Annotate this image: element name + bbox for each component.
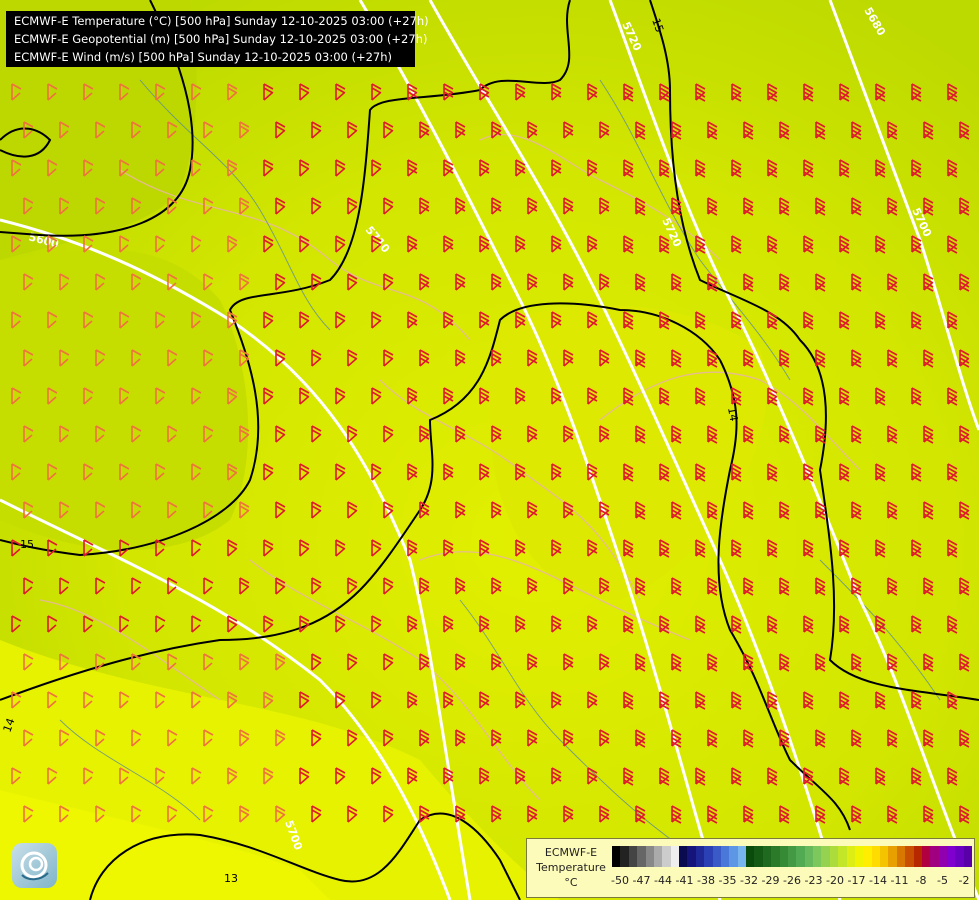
legend-swatch <box>821 846 830 867</box>
legend-swatch <box>930 846 939 867</box>
legend-swatch <box>863 846 872 867</box>
legend-swatch <box>620 846 629 867</box>
legend-unit: °C <box>564 876 578 889</box>
legend-swatch <box>687 846 696 867</box>
legend-swatch <box>771 846 780 867</box>
legend-swatch <box>947 846 956 867</box>
legend-ticks: -50 -47 -44 -41 -38 -35 -32 -29 -26 -23 -20 -17 -14-… <box>611 874 972 888</box>
legend-title-line1: ECMWF-E <box>544 846 598 859</box>
legend-color-bar <box>612 846 973 867</box>
legend-swatch <box>746 846 755 867</box>
legend-swatch <box>838 846 847 867</box>
legend-swatch <box>695 846 705 867</box>
meteo-logo-icon <box>12 843 57 888</box>
legend-tick: -17 <box>847 874 866 887</box>
legend-swatch <box>670 846 679 867</box>
temperature-legend: ECMWF-E Temperature °C -50 -47 -44 -41 -38 -3… <box>526 838 975 898</box>
legend-swatch <box>712 846 721 867</box>
legend-tick: -5 <box>937 874 948 887</box>
legend-swatch <box>720 846 730 867</box>
legend-swatch <box>829 846 839 867</box>
legend-tick: -44 <box>654 874 672 887</box>
legend-swatch <box>653 846 663 867</box>
legend-swatch <box>913 846 922 867</box>
legend-swatch <box>905 846 914 867</box>
weather-map[interactable]: 5720 5680 5600 5710 5700 5720 5700 15 15… <box>0 0 979 900</box>
legend-tick: -29 <box>761 874 780 887</box>
legend-swatch <box>754 846 763 867</box>
legend-swatch <box>762 846 772 867</box>
legend-swatch <box>662 846 671 867</box>
legend-tick: -23 <box>804 874 823 887</box>
legend-swatch <box>846 846 855 867</box>
legend-swatch <box>704 846 713 867</box>
legend-tick: -35 <box>718 874 737 887</box>
legend-tick: -14 <box>869 874 887 887</box>
temp-label: 15 <box>20 538 34 551</box>
temp-label: 13 <box>224 872 238 885</box>
legend-tick: -50 <box>611 874 629 887</box>
temp-label: 14 <box>725 406 740 422</box>
legend-swatch <box>955 846 964 867</box>
legend-swatch <box>896 846 906 867</box>
legend-tick: -26 <box>783 874 801 887</box>
legend-swatch <box>796 846 805 867</box>
map-title-box: ECMWF-E Temperature (°C) [500 hPa] Sunda… <box>6 11 429 67</box>
legend-tick: -38 <box>697 874 715 887</box>
legend-swatch <box>963 846 973 867</box>
legend-swatch <box>813 846 822 867</box>
legend-tick: -8 <box>915 874 927 887</box>
legend-tick: -41 <box>675 874 694 887</box>
legend-swatch <box>637 846 646 867</box>
legend-tick: -32 <box>740 874 758 887</box>
legend-swatch <box>921 846 931 867</box>
wind-title: ECMWF-E Wind (m/s) [500 hPa] Sunday 12-1… <box>14 50 393 64</box>
legend-tick: -2 <box>958 874 970 887</box>
legend-swatch <box>645 846 654 867</box>
legend-tick: -47 <box>632 874 651 887</box>
legend-swatch <box>679 846 688 867</box>
geopotential-title: ECMWF-E Geopotential (m) [500 hPa] Sunda… <box>14 32 428 46</box>
temperature-title: ECMWF-E Temperature (°C) [500 hPa] Sunda… <box>14 14 429 28</box>
legend-swatch <box>628 846 638 867</box>
legend-title: ECMWF-E Temperature °C <box>531 845 611 890</box>
legend-tick: -11 <box>890 874 909 887</box>
legend-swatch <box>888 846 897 867</box>
legend-swatch <box>729 846 738 867</box>
legend-swatch <box>612 846 621 867</box>
legend-tick: -20 <box>826 874 844 887</box>
legend-swatch <box>871 846 880 867</box>
legend-swatch <box>854 846 864 867</box>
legend-swatch <box>804 846 813 867</box>
legend-swatch <box>938 846 947 867</box>
legend-swatch <box>787 846 797 867</box>
legend-title-line2: Temperature <box>536 861 606 874</box>
legend-swatch <box>880 846 889 867</box>
legend-swatch <box>737 846 746 867</box>
legend-swatch <box>779 846 788 867</box>
